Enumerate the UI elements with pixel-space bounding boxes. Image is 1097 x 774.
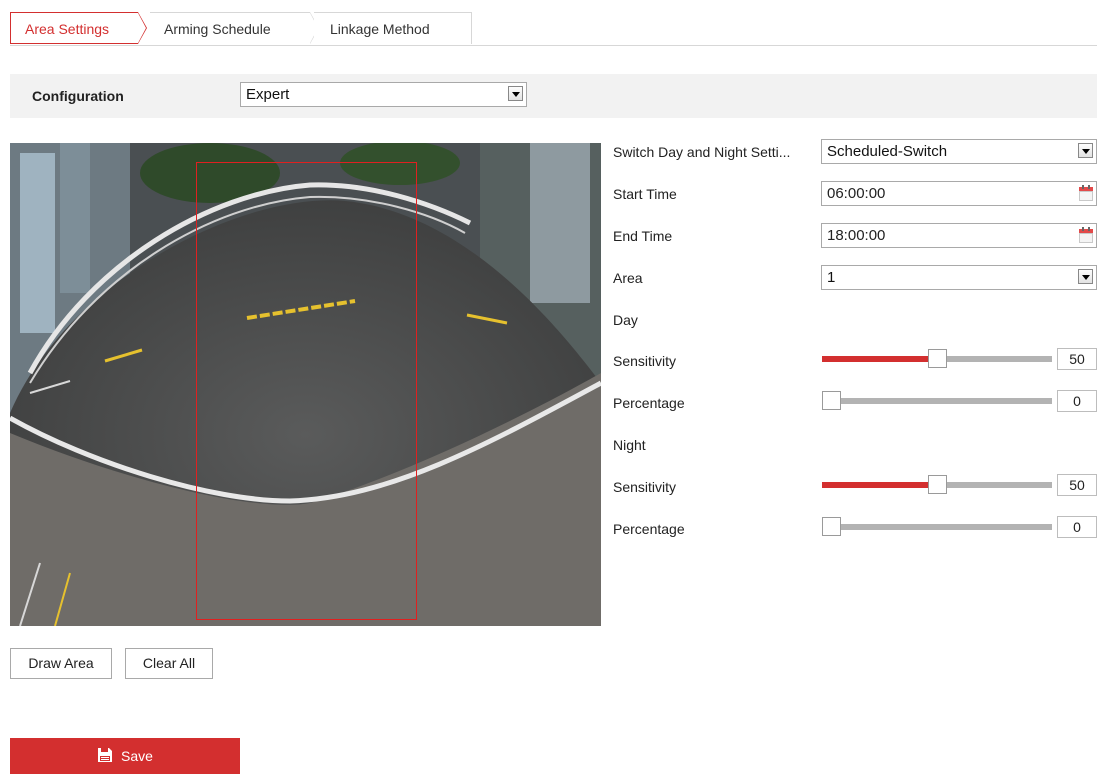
tab-linkage-method[interactable]: Linkage Method xyxy=(314,12,472,44)
detection-area-outline[interactable] xyxy=(196,162,417,620)
tab-bar: Area Settings Arming Schedule Linkage Me… xyxy=(10,12,1097,46)
save-label: Save xyxy=(121,748,153,764)
configuration-select[interactable]: Expert xyxy=(240,82,527,107)
chevron-down-icon[interactable] xyxy=(1078,269,1093,284)
night-sensitivity-value[interactable]: 50 xyxy=(1057,474,1097,496)
end-time-field[interactable]: 18:00:00 xyxy=(821,223,1097,248)
night-percentage-label: Percentage xyxy=(613,521,685,537)
slider-thumb[interactable] xyxy=(822,391,841,410)
switch-day-night-label: Switch Day and Night Setti... xyxy=(613,144,791,160)
switch-day-night-select[interactable]: Scheduled-Switch xyxy=(821,139,1097,164)
chevron-down-icon[interactable] xyxy=(1078,143,1093,158)
configuration-bar: Configuration Expert xyxy=(10,74,1097,118)
day-percentage-slider[interactable] xyxy=(822,391,1052,411)
tab-arming-schedule[interactable]: Arming Schedule xyxy=(150,12,319,44)
tab-label: Area Settings xyxy=(25,21,110,37)
night-sensitivity-label: Sensitivity xyxy=(613,479,677,495)
night-sensitivity-slider[interactable] xyxy=(822,475,1052,495)
day-percentage-label: Percentage xyxy=(613,395,685,411)
slider-thumb[interactable] xyxy=(928,349,947,368)
start-time-label: Start Time xyxy=(613,186,677,202)
night-heading: Night xyxy=(613,437,646,453)
day-heading: Day xyxy=(613,312,638,328)
save-button[interactable]: Save xyxy=(10,738,240,774)
draw-area-button[interactable]: Draw Area xyxy=(10,648,112,679)
calendar-icon[interactable] xyxy=(1078,227,1094,244)
clear-all-button[interactable]: Clear All xyxy=(125,648,213,679)
switch-day-night-value: Scheduled-Switch xyxy=(827,143,948,160)
end-time-value: 18:00:00 xyxy=(827,227,886,244)
configuration-value: Expert xyxy=(246,86,290,103)
day-sensitivity-value[interactable]: 50 xyxy=(1057,348,1097,370)
video-preview[interactable] xyxy=(10,143,601,626)
start-time-value: 06:00:00 xyxy=(827,185,886,202)
end-time-label: End Time xyxy=(613,228,673,244)
floppy-disk-icon xyxy=(98,748,113,763)
area-select[interactable]: 1 xyxy=(821,265,1097,290)
day-sensitivity-label: Sensitivity xyxy=(613,353,677,369)
slider-thumb[interactable] xyxy=(928,475,947,494)
calendar-icon[interactable] xyxy=(1078,185,1094,202)
tab-area-settings[interactable]: Area Settings xyxy=(10,12,147,44)
tab-label: Linkage Method xyxy=(330,21,430,37)
slider-thumb[interactable] xyxy=(822,517,841,536)
day-sensitivity-slider[interactable] xyxy=(822,349,1052,369)
configuration-label: Configuration xyxy=(32,88,124,104)
night-percentage-slider[interactable] xyxy=(822,517,1052,537)
start-time-field[interactable]: 06:00:00 xyxy=(821,181,1097,206)
area-value: 1 xyxy=(827,269,836,286)
night-percentage-value[interactable]: 0 xyxy=(1057,516,1097,538)
day-percentage-value[interactable]: 0 xyxy=(1057,390,1097,412)
chevron-down-icon[interactable] xyxy=(508,86,523,101)
tab-label: Arming Schedule xyxy=(164,21,271,37)
area-label: Area xyxy=(613,270,643,286)
